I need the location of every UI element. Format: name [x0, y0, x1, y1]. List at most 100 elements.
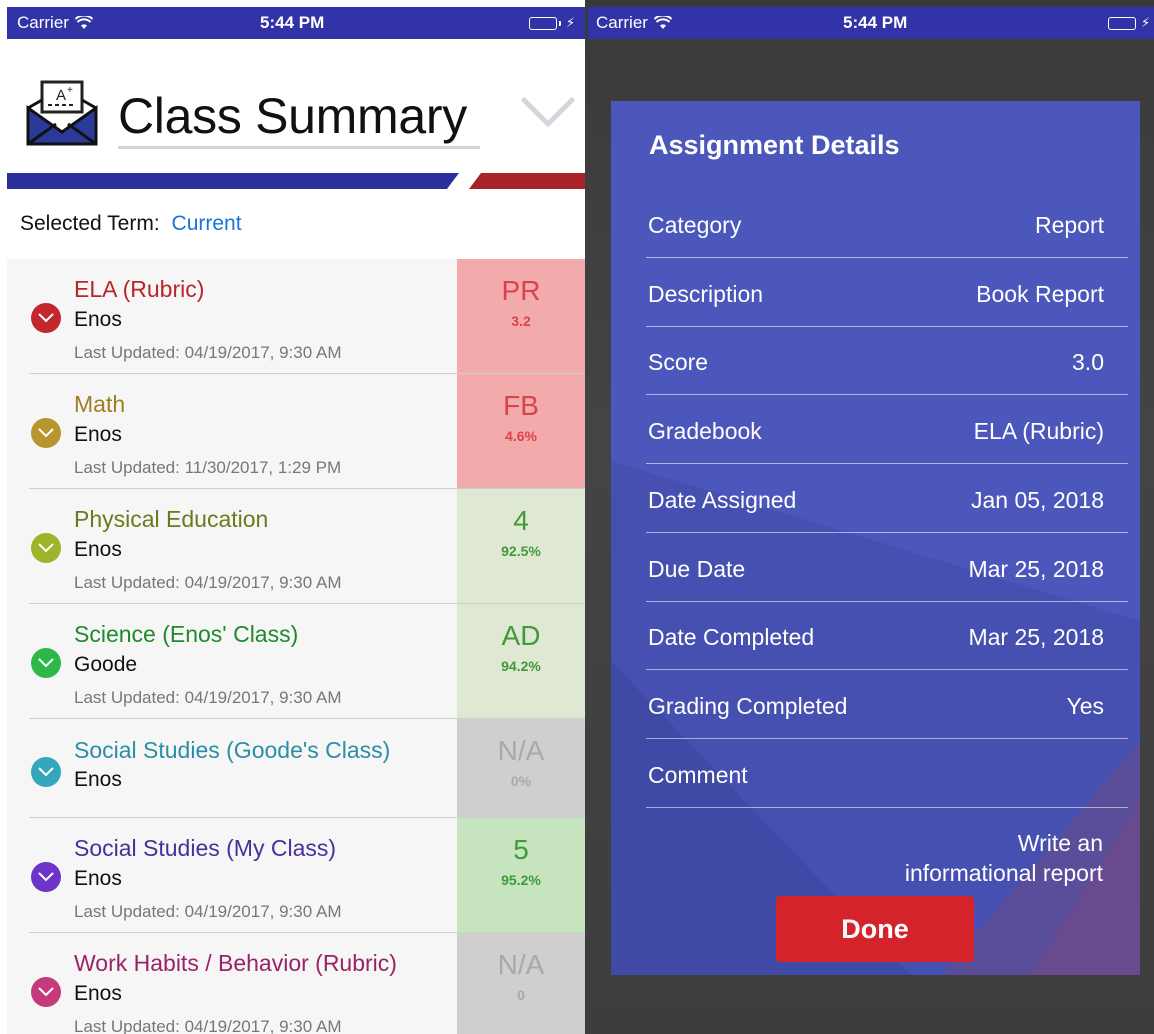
expand-chevron-icon[interactable]	[31, 533, 61, 563]
class-name: Social Studies (Goode's Class)	[74, 737, 391, 763]
detail-value: Mar 25, 2018	[968, 624, 1104, 651]
expand-chevron-icon[interactable]	[31, 757, 61, 787]
detail-row-date-assigned: Date Assigned Jan 05, 2018	[646, 465, 1128, 533]
grade-mark: 4	[513, 505, 529, 536]
title-underline	[118, 146, 480, 149]
grade-cell[interactable]: N/A 0	[457, 933, 585, 1034]
status-bar: Carrier 5:44 PM ⚡	[588, 7, 1154, 39]
detail-value: Yes	[1066, 692, 1104, 719]
class-row[interactable]: Social Studies (My Class) Enos Last Update…	[7, 818, 585, 933]
detail-row-score: Score 3.0	[646, 327, 1128, 396]
class-list: ELA (Rubric) Enos Last Updated: 04/19/2017…	[7, 259, 585, 1034]
class-name: Math	[74, 391, 126, 417]
clock: 5:44 PM	[260, 13, 325, 32]
detail-row-gradebook: Gradebook ELA (Rubric)	[646, 396, 1128, 465]
class-row[interactable]: ELA (Rubric) Enos Last Updated: 04/19/2017…	[7, 259, 585, 374]
battery-icon: ⚡	[529, 15, 575, 31]
expand-chevron-icon[interactable]	[31, 303, 61, 333]
grade-score: 3.2	[511, 313, 531, 329]
class-name: ELA (Rubric)	[74, 276, 205, 302]
battery-icon: ⚡	[1108, 15, 1150, 31]
grade-score: 0	[517, 987, 525, 1003]
grade-cell[interactable]: N/A 0%	[457, 719, 585, 818]
grade-score: 4.6%	[505, 428, 537, 444]
carrier-label: Carrier	[596, 13, 648, 32]
detail-label: Description	[648, 280, 764, 307]
selected-term: Selected Term: Current	[20, 212, 242, 236]
envelope-grade-icon: A +	[26, 80, 98, 146]
detail-label: Date Assigned	[648, 486, 797, 513]
chevron-down-icon[interactable]	[520, 90, 576, 134]
grade-score: 95.2%	[501, 872, 541, 888]
class-name: Physical Education	[74, 506, 269, 532]
teacher-name: Enos	[74, 768, 122, 791]
grade-mark: N/A	[497, 949, 545, 980]
detail-label: Date Completed	[648, 624, 815, 651]
expand-chevron-icon[interactable]	[31, 862, 61, 892]
comment-line: Write an	[1017, 830, 1103, 856]
grade-mark: FB	[503, 390, 539, 421]
last-updated: Last Updated: 04/19/2017, 9:30 AM	[74, 1017, 342, 1034]
teacher-name: Enos	[74, 308, 122, 331]
comment-line: informational report	[904, 860, 1103, 886]
expand-chevron-icon[interactable]	[31, 418, 61, 448]
expand-chevron-icon[interactable]	[31, 977, 61, 1007]
detail-row-grading-completed: Grading Completed Yes	[646, 671, 1128, 739]
grade-cell[interactable]: 4 92.5%	[457, 489, 585, 604]
selected-term-value[interactable]: Current	[172, 212, 242, 235]
last-updated: Last Updated: 04/19/2017, 9:30 AM	[74, 902, 342, 921]
assignment-details-screen: Carrier 5:44 PM ⚡ Assignment Details Cate…	[585, 0, 1154, 1034]
selected-term-label: Selected Term:	[20, 212, 160, 235]
teacher-name: Goode	[74, 653, 138, 676]
last-updated: Last Updated: 11/30/2017, 1:29 PM	[74, 458, 342, 477]
teacher-name: Enos	[74, 982, 122, 1005]
detail-row-description: Description Book Report	[646, 259, 1128, 327]
detail-label: Category	[648, 212, 742, 238]
detail-divider	[646, 806, 1128, 808]
detail-value: Report	[1034, 212, 1104, 238]
last-updated: Last Updated: 04/19/2017, 9:30 AM	[74, 343, 342, 362]
teacher-name: Enos	[74, 538, 122, 561]
grade-mark: 5	[513, 834, 529, 865]
class-name: Work Habits / Behavior (Rubric)	[74, 950, 397, 976]
comment-text: Write an informational report	[803, 828, 1103, 888]
modal-title: Assignment Details	[649, 130, 900, 160]
done-button[interactable]: Done	[776, 896, 974, 962]
detail-row-comment: Comment	[646, 740, 1128, 808]
carrier-label: Carrier	[17, 13, 69, 32]
detail-value: Mar 25, 2018	[968, 555, 1104, 582]
grade-mark: AD	[501, 620, 541, 651]
class-row[interactable]: Work Habits / Behavior (Rubric) Enos Last …	[7, 933, 585, 1034]
detail-label: Score	[648, 349, 709, 376]
class-name: Social Studies (My Class)	[74, 835, 337, 861]
class-row[interactable]: Math Enos Last Updated: 11/30/2017, 1:29 P…	[7, 374, 585, 489]
carrier: Carrier	[17, 13, 93, 33]
expand-chevron-icon[interactable]	[31, 648, 61, 678]
detail-value: Book Report	[976, 280, 1104, 307]
detail-value: 3.0	[1072, 349, 1104, 376]
grade-cell[interactable]: AD 94.2%	[457, 604, 585, 719]
detail-row-category: Category Report	[646, 190, 1128, 258]
grade-score: 94.2%	[501, 658, 541, 674]
last-updated: Last Updated: 04/19/2017, 9:30 AM	[74, 688, 342, 707]
class-row[interactable]: Social Studies (Goode's Class) Enos N/A 0%	[7, 719, 585, 818]
detail-value: ELA (Rubric)	[973, 418, 1104, 445]
detail-label: Gradebook	[648, 418, 762, 445]
grade-cell[interactable]: FB 4.6%	[457, 374, 585, 489]
wifi-icon	[653, 16, 672, 29]
svg-text:+: +	[67, 85, 73, 96]
last-updated: Last Updated: 04/19/2017, 9:30 AM	[74, 573, 342, 592]
grade-mark: N/A	[497, 735, 545, 766]
grade-mark: PR	[501, 275, 541, 306]
page-title[interactable]: Class Summary	[118, 87, 467, 145]
class-name: Science (Enos' Class)	[74, 621, 299, 647]
carrier: Carrier	[596, 13, 672, 33]
class-row[interactable]: Physical Education Enos Last Updated: 04/1…	[7, 489, 585, 604]
header-stripe	[7, 173, 585, 189]
detail-row-due-date: Due Date Mar 25, 2018	[646, 534, 1128, 602]
detail-row-date-completed: Date Completed Mar 25, 2018	[646, 602, 1128, 671]
class-row[interactable]: Science (Enos' Class) Goode Last Updated: …	[7, 604, 585, 719]
grade-cell[interactable]: 5 95.2%	[457, 818, 585, 933]
clock: 5:44 PM	[843, 13, 908, 32]
grade-cell[interactable]: PR 3.2	[457, 259, 585, 374]
